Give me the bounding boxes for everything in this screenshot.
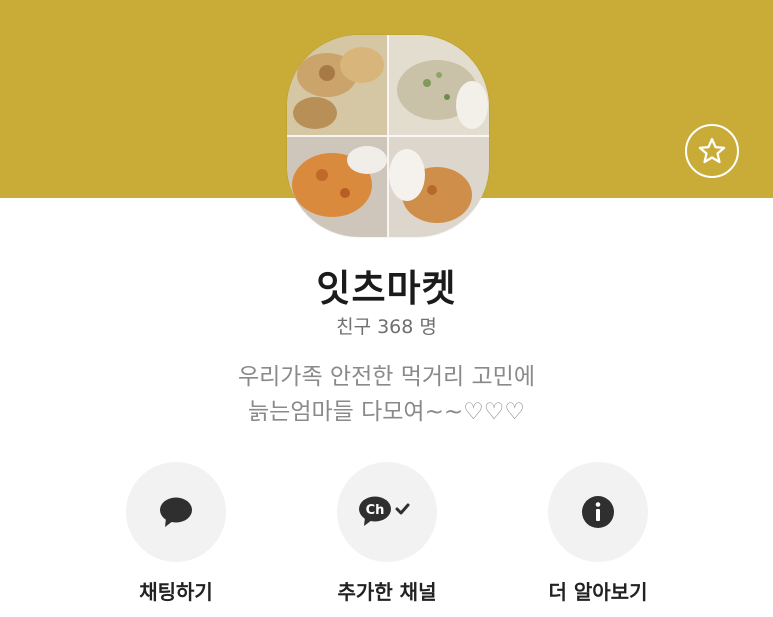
added-channel-button[interactable]: Ch 추가한 채널 — [287, 462, 487, 605]
channel-added-icon: Ch — [359, 496, 410, 526]
description-line-2: 늙는엄마들 다모여~~♡♡♡ — [248, 399, 525, 425]
more-info-button-circle[interactable] — [548, 462, 648, 562]
chat-button-circle[interactable] — [126, 462, 226, 562]
added-channel-button-label: 추가한 채널 — [337, 580, 437, 604]
chat-button-label: 채팅하기 — [139, 580, 213, 604]
channel-description: 우리가족 안전한 먹거리 고민에 늙는엄마들 다모여~~♡♡♡ — [0, 360, 773, 430]
added-channel-button-circle[interactable]: Ch — [337, 462, 437, 562]
channel-name: 잇츠마켓 — [316, 267, 457, 310]
more-info-button[interactable]: 더 알아보기 — [498, 462, 698, 605]
info-icon — [582, 496, 614, 528]
profile-image — [287, 35, 489, 237]
star-outline-icon — [698, 138, 726, 164]
friend-count: 친구 368 명 — [336, 316, 437, 338]
more-info-button-label: 더 알아보기 — [548, 580, 648, 604]
favorite-button[interactable] — [685, 124, 739, 178]
svg-text:Ch: Ch — [366, 503, 385, 518]
description-line-1: 우리가족 안전한 먹거리 고민에 — [237, 364, 535, 390]
chat-button[interactable]: 채팅하기 — [76, 462, 276, 605]
chat-bubble-icon — [160, 497, 192, 527]
